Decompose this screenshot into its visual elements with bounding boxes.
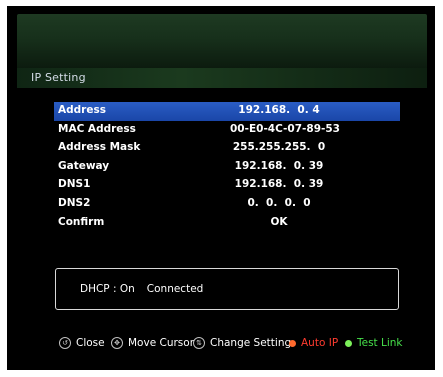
setting-row-address-mask[interactable]: Address Mask 255.255.255. 0 — [54, 139, 400, 158]
dhcp-status: DHCP : On — [80, 283, 135, 295]
change-key-icon: ⇅ — [193, 337, 205, 349]
red-button-icon — [289, 339, 296, 347]
status-text: DHCP : On Connected — [80, 283, 203, 295]
setting-value: 0. 0. 0. 0 — [247, 196, 311, 209]
close-key-icon: ↺ — [59, 337, 71, 349]
setting-value: 255.255.255. 0 — [232, 141, 326, 154]
footer-test-link[interactable]: Test Link — [345, 337, 403, 349]
settings-list: Address 192.168. 0. 4 MAC Address 00-E0-… — [54, 102, 400, 232]
footer-test-link-label: Test Link — [357, 337, 403, 349]
footer-change-label: Change Setting — [210, 337, 292, 349]
setting-label: DNS1 — [58, 178, 91, 191]
setting-row-dns1[interactable]: DNS1 192.168. 0. 39 — [54, 176, 400, 195]
ip-setting-screen: IP Setting Address 192.168. 0. 4 MAC Add… — [7, 6, 435, 370]
setting-label: Confirm — [58, 215, 105, 228]
confirm-ok-button[interactable]: OK — [230, 216, 328, 228]
setting-value: 00-E0-4C-07-89-53 — [230, 122, 340, 135]
footer-move-cursor[interactable]: ✥ Move Cursor — [111, 337, 194, 349]
connection-status: Connected — [146, 283, 204, 295]
footer-auto-ip[interactable]: Auto IP — [289, 337, 338, 349]
footer-change-setting[interactable]: ⇅ Change Setting — [193, 337, 291, 349]
footer-auto-ip-label: Auto IP — [301, 337, 339, 349]
footer-move-label: Move Cursor — [128, 337, 195, 349]
header-band — [17, 14, 427, 74]
footer-close-label: Close — [76, 337, 105, 349]
setting-value: 192.168. 0. 39 — [234, 178, 324, 191]
setting-value: 192.168. 0. 39 — [234, 159, 324, 172]
setting-row-address[interactable]: Address 192.168. 0. 4 — [54, 102, 400, 121]
footer-close[interactable]: ↺ Close — [59, 337, 105, 349]
setting-row-gateway[interactable]: Gateway 192.168. 0. 39 — [54, 158, 400, 177]
setting-row-dns2[interactable]: DNS2 0. 0. 0. 0 — [54, 195, 400, 214]
setting-label: Gateway — [58, 159, 110, 172]
setting-label: DNS2 — [58, 196, 91, 209]
setting-row-mac-address[interactable]: MAC Address 00-E0-4C-07-89-53 — [54, 121, 400, 140]
green-button-icon — [345, 339, 352, 347]
status-panel: DHCP : On Connected — [55, 268, 399, 310]
setting-label: Address — [58, 104, 106, 116]
footer-legend: ↺ Close ✥ Move Cursor ⇅ Change Setting A… — [7, 334, 435, 354]
arrow-keys-icon: ✥ — [111, 337, 123, 349]
setting-row-confirm[interactable]: Confirm OK — [54, 214, 400, 233]
setting-label: Address Mask — [58, 141, 141, 154]
setting-label: MAC Address — [58, 122, 136, 135]
page-title: IP Setting — [31, 71, 86, 84]
setting-value: 192.168. 0. 4 — [238, 104, 320, 116]
